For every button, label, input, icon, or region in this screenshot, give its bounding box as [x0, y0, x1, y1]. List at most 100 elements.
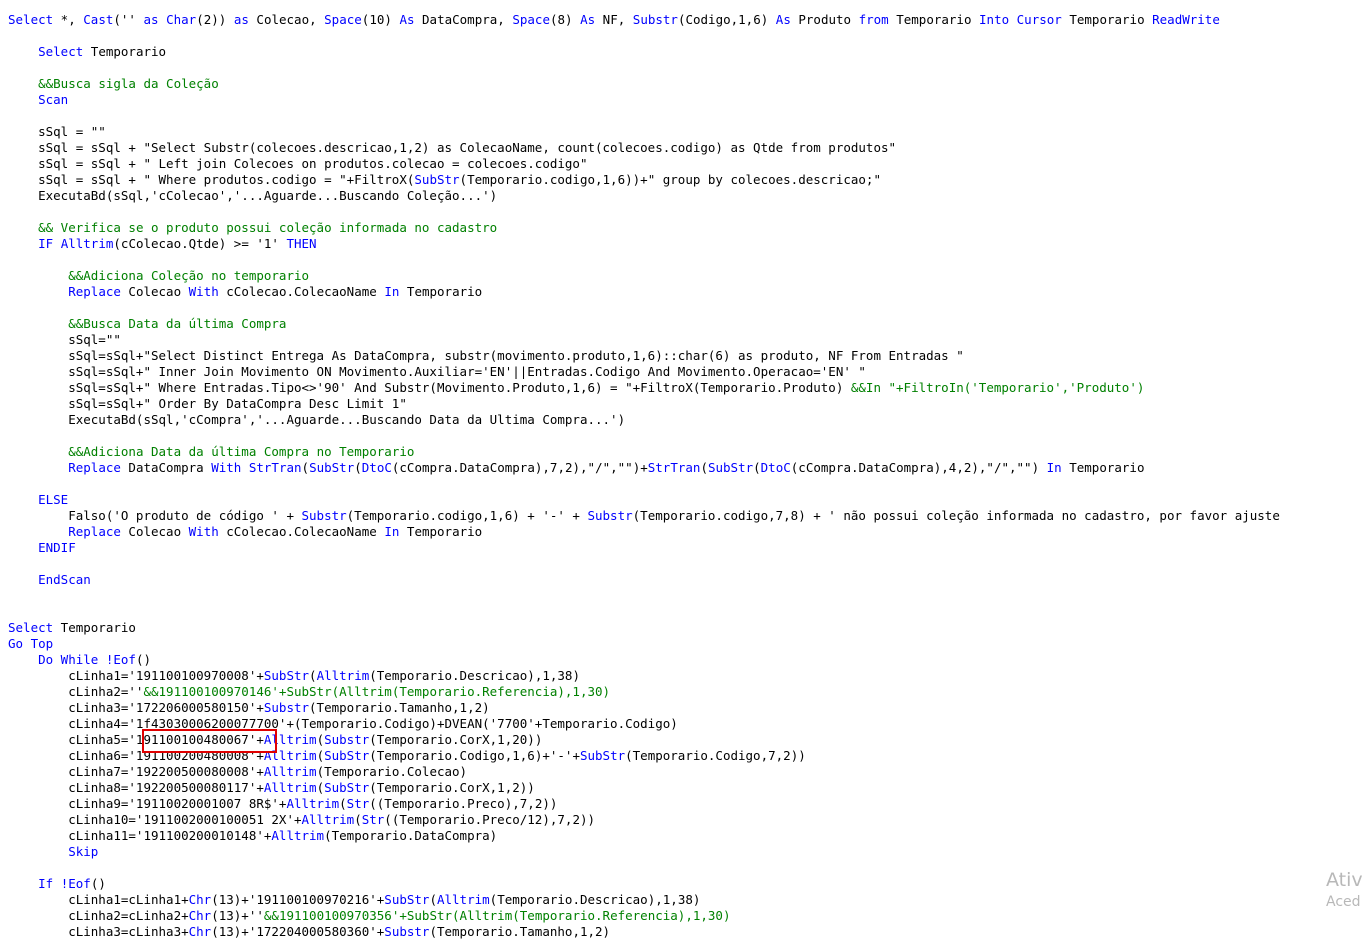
code-line: cLinha3=cLinha3+Chr(13)+'172204000580360…	[8, 924, 610, 940]
code-token: Temporario	[1061, 460, 1145, 475]
code-token: sSql=sSql+"Select Distinct Entrega As Da…	[8, 348, 964, 363]
code-token: (''	[113, 12, 144, 27]
code-token: (Temporario.Codigo,1,6)+'-'+	[369, 748, 580, 763]
code-editor[interactable]: Select *, Cast('' as Char(2)) as Colecao…	[0, 0, 1367, 943]
code-token: (	[309, 668, 317, 683]
code-token: !Eof	[60, 876, 91, 891]
code-token: (	[700, 460, 708, 475]
code-token: Alltrim	[271, 828, 325, 843]
code-token: cLinha4='1f43030006200077700'+(Temporari…	[8, 716, 678, 731]
code-token: ((Temporario.Preco/12),7,2))	[384, 812, 596, 827]
code-token: Alltrim	[436, 892, 490, 907]
code-token: Alltrim	[286, 796, 340, 811]
code-token: (2))	[196, 12, 234, 27]
code-token: DataCompra	[120, 460, 212, 475]
code-token: && Verifica se o produto possui coleção …	[38, 220, 498, 235]
code-token: ()	[90, 876, 106, 891]
code-line: sSql = sSql + " Left join Colecoes on pr…	[8, 156, 587, 172]
code-token: Replace	[68, 460, 121, 475]
code-token: Alltrim	[316, 668, 370, 683]
code-token: Skip	[68, 844, 99, 859]
code-token: sSql=sSql+" Order By DataCompra Desc Lim…	[8, 396, 407, 411]
code-token: SubStr	[414, 172, 460, 187]
code-token: (Temporario.Descricao),1,38)	[489, 892, 701, 907]
code-line: Skip	[8, 844, 98, 860]
code-token: Substr	[263, 700, 310, 715]
code-token: ENDIF	[38, 540, 76, 555]
code-line: cLinha10='1911002000100051 2X'+Alltrim(S…	[8, 812, 595, 828]
code-token: Alltrim	[263, 732, 317, 747]
code-line: cLinha9='19110020001007 8R$'+Alltrim(Str…	[8, 796, 557, 812]
code-token: Alltrim	[301, 812, 355, 827]
code-line: ExecutaBd(sSql,'cCompra','...Aguarde...B…	[8, 412, 625, 428]
code-token: Select	[8, 12, 54, 27]
code-token: (	[316, 780, 325, 795]
code-token: (Temporario.CorX,1,2))	[369, 780, 535, 795]
code-token: (	[301, 460, 310, 475]
code-token: Temporario	[399, 524, 483, 539]
code-token: (10)	[361, 12, 400, 27]
code-line: Go Top	[8, 636, 53, 652]
code-token: as	[233, 12, 249, 27]
code-line: sSql=sSql+" Order By DataCompra Desc Lim…	[8, 396, 407, 412]
code-token: Temporario	[888, 12, 980, 27]
code-token: cLinha11='191100200010148'+	[8, 828, 272, 843]
code-token: cLinha8='192200500080117'+	[8, 780, 264, 795]
code-token: (13)+'191100100970216'+	[211, 892, 385, 907]
code-token: SubStr	[309, 460, 355, 475]
code-token: (	[316, 732, 325, 747]
code-token: Replace	[68, 284, 121, 299]
code-line: cLinha1=cLinha1+Chr(13)+'191100100970216…	[8, 892, 700, 908]
code-token: Do While	[38, 652, 99, 667]
code-token: Go Top	[8, 636, 54, 651]
code-line: cLinha6='191100200480008'+Alltrim(SubStr…	[8, 748, 806, 764]
code-token: sSql = sSql + " Where produtos.codigo = …	[8, 172, 415, 187]
code-token: &&191100100970146'+SubStr(Alltrim(Tempor…	[143, 684, 611, 699]
code-line: Do While !Eof()	[8, 652, 151, 668]
code-token: Substr	[587, 508, 633, 523]
code-token: Temporario	[399, 284, 483, 299]
code-token: Cast	[83, 12, 114, 27]
code-token: Chr	[188, 908, 212, 923]
code-token: Substr	[301, 508, 347, 523]
code-token: Into	[979, 12, 1010, 27]
code-token: SubStr	[324, 780, 370, 795]
code-line: cLinha2=''&&191100100970146'+SubStr(Allt…	[8, 684, 610, 700]
code-token: cLinha5='191100100480067'+	[8, 732, 264, 747]
code-token: Temporario	[1061, 12, 1153, 27]
code-line: cLinha4='1f43030006200077700'+(Temporari…	[8, 716, 678, 732]
code-line: Select Temporario	[8, 620, 136, 636]
code-token: Space	[324, 12, 362, 27]
code-token: *,	[53, 12, 84, 27]
code-token: (8)	[549, 12, 581, 27]
code-line: EndScan	[8, 572, 91, 588]
code-token: sSql=sSql+" Where Entradas.Tipo<>'90' An…	[8, 380, 851, 395]
code-token: Falso('O produto de código ' +	[8, 508, 302, 523]
code-token: &&In "+FiltroIn('Temporario','Produto')	[850, 380, 1145, 395]
code-line: sSql = ""	[8, 124, 106, 140]
code-token: (Temporario.codigo,1,6))+" group by cole…	[459, 172, 881, 187]
code-token: (Temporario.Descricao),1,38)	[369, 668, 580, 683]
code-token: sSql=sSql+" Inner Join Movimento ON Movi…	[8, 364, 866, 379]
code-line: sSql=""	[8, 332, 121, 348]
code-token: cLinha10='1911002000100051 2X'+	[8, 812, 302, 827]
code-token: &&Busca sigla da Coleção	[38, 76, 219, 91]
code-token: IF	[38, 236, 54, 251]
code-token: Substr	[384, 924, 430, 939]
code-token: With	[188, 284, 219, 299]
code-token: (Temporario.DataCompra)	[324, 828, 498, 843]
code-line: &&Busca sigla da Coleção	[8, 76, 219, 92]
code-token: (Temporario.Tamanho,1,2)	[429, 924, 611, 939]
code-token: as	[143, 12, 159, 27]
code-line: Select Temporario	[8, 44, 166, 60]
code-token: (cCompra.DataCompra),7,2),"/","")+	[391, 460, 648, 475]
code-token: StrTran	[248, 460, 302, 475]
code-token: !Eof	[105, 652, 136, 667]
code-token: (cCompra.DataCompra),4,2),"/","")	[790, 460, 1047, 475]
code-token: SubStr	[579, 748, 626, 763]
